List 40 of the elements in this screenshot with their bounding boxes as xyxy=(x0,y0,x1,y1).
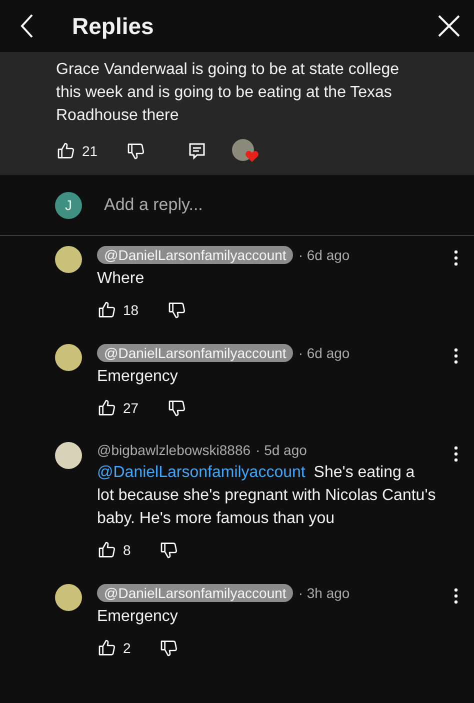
like-count: 21 xyxy=(82,143,98,159)
thumbs-up-icon[interactable] xyxy=(97,638,117,658)
reply-text: Emergency xyxy=(97,367,179,387)
like-count: 18 xyxy=(123,302,139,318)
comment-text: Grace Vanderwaal is going to be at state college this week and is going to be eating at the Texas Roadhouse there xyxy=(56,60,400,126)
mention-link[interactable]: @DanielLarsonfamilyaccount xyxy=(97,464,306,481)
thumbs-down-icon[interactable] xyxy=(158,540,179,560)
thumbs-down-icon[interactable] xyxy=(166,300,187,320)
thumbs-down-icon[interactable] xyxy=(158,638,179,658)
comment-time: · 5d ago xyxy=(256,442,307,458)
thumbs-down-icon[interactable] xyxy=(166,398,187,418)
avatar-photo xyxy=(55,344,82,371)
like-count: 8 xyxy=(123,542,131,558)
comment-time: · 3h ago xyxy=(298,585,350,601)
page-title: Replies xyxy=(72,12,155,40)
thumbs-up-icon[interactable] xyxy=(97,540,117,560)
comment-time: · 6d ago xyxy=(298,345,350,361)
author-handle[interactable]: @bigbawlzlebowski8886 xyxy=(97,442,251,458)
user-avatar: J xyxy=(55,192,82,218)
close-icon[interactable] xyxy=(438,15,460,37)
thumbs-up-icon[interactable] xyxy=(97,398,117,418)
thumbs-up-icon[interactable] xyxy=(97,300,117,320)
back-icon[interactable] xyxy=(20,13,34,39)
like-count: 27 xyxy=(123,400,139,416)
avatar-photo xyxy=(55,442,82,469)
reply-input-field[interactable]: Add a reply... xyxy=(104,195,203,215)
avatar-photo xyxy=(55,584,82,611)
like-count: 2 xyxy=(123,640,131,656)
more-options-icon[interactable] xyxy=(454,250,458,266)
more-options-icon[interactable] xyxy=(454,348,458,364)
comment-time: · 6d ago xyxy=(298,247,350,263)
thumbs-up-icon[interactable] xyxy=(56,141,76,161)
avatar-photo xyxy=(55,246,82,273)
more-options-icon[interactable] xyxy=(454,446,458,462)
reply-text: Emergency xyxy=(97,607,179,627)
reply-text: @DanielLarsonfamilyaccount She's eating a lot because she's pregnant with Nicolas Cantu's baby. He's more famous than you xyxy=(97,463,436,529)
more-options-icon[interactable] xyxy=(454,588,458,604)
thumbs-down-icon[interactable] xyxy=(126,141,146,161)
comment-icon[interactable] xyxy=(188,142,206,160)
reply-text: Where xyxy=(97,269,146,289)
